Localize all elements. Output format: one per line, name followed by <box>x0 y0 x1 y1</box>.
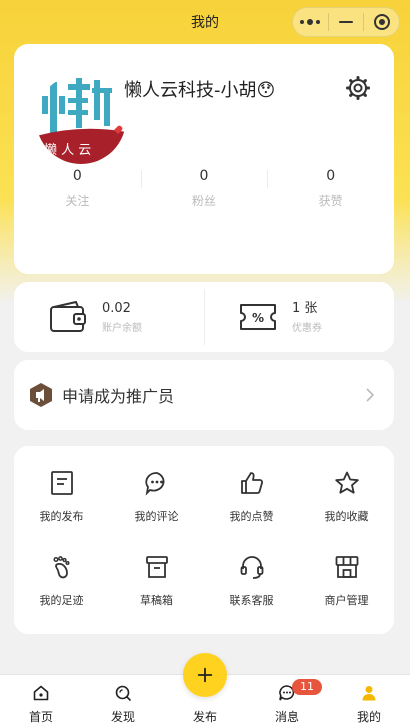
close-target-icon[interactable] <box>364 8 399 36</box>
stat-value: 0 <box>199 168 209 184</box>
menu-my-favorites[interactable]: 我的收藏 <box>299 470 394 554</box>
stat-label: 关注 <box>65 194 90 208</box>
balance-label: 账户余额 <box>102 322 142 334</box>
become-promoter-row[interactable]: 申请成为推广员 <box>14 360 394 430</box>
stat-label: 获赞 <box>318 194 343 208</box>
menu-label: 我的发布 <box>39 510 84 523</box>
page-title: 我的 <box>191 15 219 31</box>
username: 懒人云科技-小胡😯 <box>124 80 276 101</box>
footprint-icon <box>52 556 70 579</box>
avatar[interactable]: 懒 人 云 <box>36 74 126 164</box>
menu-my-likes[interactable]: 我的点赞 <box>204 470 299 554</box>
tab-me[interactable]: 我的 <box>328 675 410 726</box>
avatar-logo-text: 懒 人 云 <box>44 143 91 158</box>
tab-label: 发布 <box>192 710 217 724</box>
comment-icon <box>144 472 164 496</box>
settings-gear-icon[interactable] <box>346 76 370 100</box>
thumbs-up-icon <box>240 472 263 494</box>
promoter-badge-icon <box>30 383 52 407</box>
svg-text:%: % <box>252 311 264 325</box>
chevron-right-icon <box>366 388 374 402</box>
menu-label: 商户管理 <box>324 594 369 607</box>
profile-card: 懒 人 云 懒人云科技-小胡😯 0 关注 0 粉丝 0 获赞 <box>14 44 394 274</box>
message-count-badge: 11 <box>292 679 322 695</box>
tab-label: 消息 <box>274 710 299 724</box>
tab-label: 首页 <box>28 710 53 724</box>
menu-label: 草稿箱 <box>140 594 173 607</box>
profile-stats: 0 关注 0 粉丝 0 获赞 <box>14 166 394 209</box>
document-icon <box>50 471 73 495</box>
menu-label: 联系客服 <box>229 594 274 607</box>
more-dots-icon[interactable] <box>293 8 328 36</box>
home-icon <box>33 685 49 701</box>
balance-value: 0.02 <box>102 300 131 316</box>
stat-value: 0 <box>72 168 82 184</box>
promoter-label: 申请成为推广员 <box>62 387 175 406</box>
feature-menu-card: 我的发布 我的评论 我的点赞 我的收藏 我的足迹 草稿箱 联系客服 商户管理 <box>14 446 394 634</box>
store-icon <box>335 556 358 578</box>
menu-drafts[interactable]: 草稿箱 <box>109 554 204 638</box>
menu-merchant-management[interactable]: 商户管理 <box>299 554 394 638</box>
menu-my-posts[interactable]: 我的发布 <box>14 470 109 554</box>
stat-following[interactable]: 0 关注 <box>14 166 141 209</box>
tab-home[interactable]: 首页 <box>0 675 82 726</box>
stat-label: 粉丝 <box>192 194 217 208</box>
publish-plus-button[interactable] <box>183 653 227 697</box>
wallet-icon <box>50 301 86 332</box>
account-balance[interactable]: 0.02 账户余额 <box>14 299 204 335</box>
menu-contact-support[interactable]: 联系客服 <box>204 554 299 638</box>
user-icon <box>362 686 376 701</box>
stat-fans[interactable]: 0 粉丝 <box>140 166 268 209</box>
miniprogram-capsule <box>292 7 400 37</box>
coupon-icon: % <box>240 304 276 330</box>
coupon-label: 优惠券 <box>292 322 322 334</box>
menu-label: 我的评论 <box>134 510 179 523</box>
star-icon <box>334 471 359 494</box>
menu-my-comments[interactable]: 我的评论 <box>109 470 204 554</box>
navigation-bar: 我的 <box>0 0 410 44</box>
feature-grid: 我的发布 我的评论 我的点赞 我的收藏 我的足迹 草稿箱 联系客服 商户管理 <box>14 470 394 638</box>
menu-label: 我的点赞 <box>229 510 274 523</box>
headset-icon <box>240 556 263 579</box>
coupons[interactable]: % 1 张 优惠券 <box>204 289 394 345</box>
menu-label: 我的收藏 <box>324 510 369 523</box>
discover-icon <box>115 685 131 701</box>
menu-label: 我的足迹 <box>39 594 84 607</box>
draft-box-icon <box>145 556 168 578</box>
tab-label: 我的 <box>356 710 381 724</box>
stat-likes-received[interactable]: 0 获赞 <box>267 166 394 209</box>
minimize-icon[interactable] <box>329 8 364 36</box>
tab-label: 发现 <box>110 710 135 724</box>
stat-value: 0 <box>326 168 336 184</box>
tab-discover[interactable]: 发现 <box>82 675 164 726</box>
wallet-card: 0.02 账户余额 % 1 张 优惠券 <box>14 282 394 352</box>
coupon-value: 1 张 <box>292 300 318 316</box>
menu-my-footprints[interactable]: 我的足迹 <box>14 554 109 638</box>
plus-icon <box>197 667 213 683</box>
